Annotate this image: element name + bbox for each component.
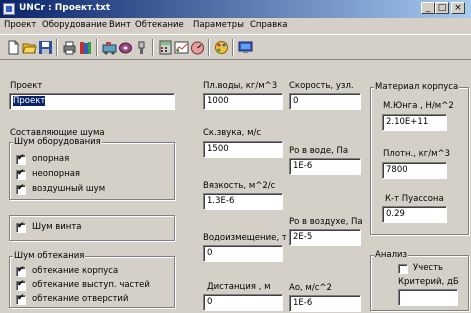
minimize-button[interactable]: _ [421,2,435,14]
sound-speed-input[interactable]: 1500 [203,141,283,158]
equipment-noise-label: Шум оборудования [13,137,102,147]
distance-label: Дистанция , м [207,282,271,292]
nonsupport-checkbox[interactable] [16,168,26,180]
appendage-flow-label: обтекание выступ. частей [32,280,150,290]
close-button[interactable]: × [451,2,465,14]
hull-flow-label: обтекание корпуса [32,266,119,276]
project-label: Проект [10,81,43,91]
toolbar [0,34,471,60]
menu-parameters[interactable]: Параметры [193,20,244,30]
title-bar[interactable]: UNCr : Проект.txt _ □ × [0,0,471,18]
new-file-icon[interactable] [6,40,21,55]
p-water-label: Ро в воде, Па [289,146,349,156]
save-icon[interactable] [38,40,53,55]
support-label: опорная [32,154,70,164]
a0-label: Ао, м/с^2 [289,283,332,293]
poisson-input[interactable]: 0.29 [382,206,447,223]
displacement-input[interactable]: 0 [203,245,283,262]
disc-icon[interactable] [118,40,133,55]
propeller-noise-checkbox[interactable] [16,221,26,233]
consider-checkbox[interactable] [398,264,408,274]
speed-label: Скорость, узл. [289,81,354,91]
window-title: UNCr : Проект.txt [19,3,111,13]
openings-flow-checkbox[interactable] [16,293,26,305]
young-modulus-label: М.Юнга , Н/м^2 [383,101,454,111]
analysis-group: Анализ Учесть Критерий, дБ [370,250,469,311]
calculator-icon[interactable] [158,40,173,55]
openings-flow-label: обтекание отверстий [32,294,129,304]
propeller-noise-label: Шум винта [32,222,82,232]
menu-help[interactable]: Справка [250,20,287,30]
flashlight-icon[interactable] [134,40,149,55]
gauge-icon[interactable] [190,40,205,55]
hull-flow-checkbox[interactable] [16,265,26,277]
menu-equipment[interactable]: Оборудование [42,20,107,30]
viscosity-input[interactable]: 1.3E-6 [203,193,283,210]
flow-noise-group: Шум обтекания обтекание корпуса обтекани… [9,251,175,308]
chart-icon[interactable] [174,40,189,55]
monitor-icon[interactable] [238,40,253,55]
speed-input[interactable]: 0 [289,93,361,110]
menu-flow[interactable]: Обтекание [135,20,184,30]
support-checkbox[interactable] [16,153,26,165]
menu-project[interactable]: Проект [4,20,36,30]
distance-input[interactable]: 0 [203,294,283,311]
menu-propeller[interactable]: Винт [109,20,131,30]
criterion-label: Критерий, дБ [398,277,459,287]
equipment-noise-group: Шум оборудования опорная неопорная возду… [9,137,175,200]
viscosity-label: Вязкость, м^2/с [203,181,276,191]
p-air-label: Ро в воздухе, Па [289,217,363,227]
airborne-noise-checkbox[interactable] [16,183,26,195]
poisson-label: К-т Пуассона [385,194,444,204]
propeller-noise-group: Шум винта [9,215,175,241]
flow-noise-label: Шум обтекания [13,251,86,261]
criterion-input[interactable] [398,289,458,306]
books-icon[interactable] [78,40,93,55]
appendage-flow-checkbox[interactable] [16,279,26,291]
displacement-label: Водоизмещение, т [203,233,287,243]
app-icon[interactable] [3,3,15,15]
water-density-label: Пл.воды, кг/м^3 [203,81,278,91]
equipment-icon[interactable] [102,40,117,55]
hull-material-group: Материал корпуса М.Юнга , Н/м^2 2.10E+11… [370,82,469,235]
open-folder-icon[interactable] [22,40,37,55]
project-name-input[interactable]: Проект [9,93,175,110]
print-icon[interactable] [62,40,77,55]
p-air-input[interactable]: 2E-5 [289,229,361,246]
water-density-input[interactable]: 1000 [203,93,283,110]
palette-icon[interactable] [214,40,229,55]
hull-density-input[interactable]: 7800 [382,162,447,179]
hull-density-label: Плотн., кг/м^3 [383,149,451,159]
hull-material-label: Материал корпуса [374,82,460,92]
p-water-input[interactable]: 1E-6 [289,158,361,175]
menu-bar: Проект Оборудование Винт Обтекание Парам… [0,18,471,33]
a0-input[interactable]: 1E-6 [289,295,361,312]
airborne-noise-label: воздушный шум [32,184,106,194]
sound-speed-label: Ск.звука, м/с [203,128,262,138]
consider-label: Учесть [413,263,444,273]
analysis-label: Анализ [374,250,409,260]
nonsupport-label: неопорная [32,169,81,179]
young-modulus-input[interactable]: 2.10E+11 [382,114,447,131]
maximize-button[interactable]: □ [435,2,449,14]
